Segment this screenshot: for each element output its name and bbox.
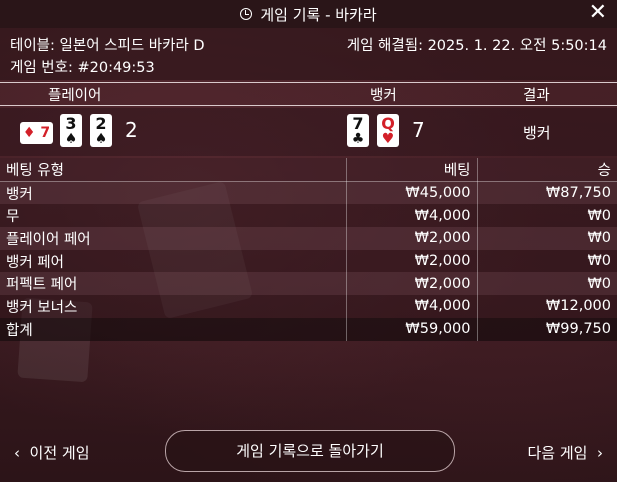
banker-label: 뱅커	[370, 88, 397, 104]
divider	[0, 82, 617, 83]
header-bet-type: 베팅 유형	[0, 158, 347, 182]
player-card-2: 3 ♠	[60, 114, 82, 147]
footer: ‹ 이전 게임 게임 기록으로 돌아가기 다음 게임 ›	[0, 425, 617, 482]
player-label: 플레이어	[48, 88, 102, 104]
bet-type: 뱅커	[0, 181, 347, 205]
table-row: 플레이어 페어 ₩2,000 ₩0	[0, 227, 617, 250]
player-score: 2	[125, 118, 138, 142]
history-clock-icon	[240, 8, 253, 20]
bet-type: 퍼펙트 페어	[0, 272, 347, 296]
bet-type: 뱅커 페어	[0, 249, 347, 273]
bet-amount: ₩4,000	[346, 295, 478, 318]
bet-type: 플레이어 페어	[0, 227, 347, 250]
result-value: 뱅커	[523, 124, 551, 142]
player-card-3: 2 ♠	[90, 114, 112, 147]
win-amount: ₩0	[477, 227, 617, 250]
next-game-button[interactable]: 다음 게임 ›	[527, 442, 603, 463]
total-win: ₩99,750	[477, 317, 617, 341]
banker-score: 7	[412, 118, 425, 142]
player-card-1: ♦ 7	[20, 122, 53, 144]
back-to-history-button[interactable]: 게임 기록으로 돌아가기	[165, 430, 455, 472]
result-label: 결과	[523, 88, 550, 104]
game-info: 테이블: 일본어 스피드 바카라 D 게임 번호: #20:49:53 게임 해…	[0, 28, 617, 80]
divider	[0, 105, 617, 106]
resolved-time: 게임 해결됨: 2025. 1. 22. 오전 5:50:14	[346, 38, 607, 54]
table-row: 뱅커 페어 ₩2,000 ₩0	[0, 249, 617, 273]
game-number: 게임 번호: #20:49:53	[10, 60, 155, 76]
title-bar: 게임 기록 - 바카라 ✕	[0, 0, 617, 28]
bet-amount: ₩2,000	[346, 249, 478, 273]
table-name: 테이블: 일본어 스피드 바카라 D	[10, 38, 205, 54]
bet-amount: ₩2,000	[346, 227, 478, 250]
card-face: ♦ 7	[22, 125, 51, 141]
table-row: 퍼펙트 페어 ₩2,000 ₩0	[0, 272, 617, 296]
win-amount: ₩12,000	[477, 295, 617, 318]
window-title: 게임 기록 - 바카라	[260, 5, 377, 24]
win-amount: ₩87,750	[477, 181, 617, 205]
table-row: 뱅커 ₩45,000 ₩87,750	[0, 181, 617, 205]
win-amount: ₩0	[477, 204, 617, 228]
total-row: 합계 ₩59,000 ₩99,750	[0, 317, 617, 341]
bet-amount: ₩45,000	[346, 181, 478, 205]
bet-amount: ₩4,000	[346, 204, 478, 228]
banker-card-1: 7 ♣	[347, 114, 369, 147]
previous-game-button[interactable]: ‹ 이전 게임	[14, 442, 90, 463]
total-label: 합계	[0, 317, 347, 341]
bet-type: 뱅커 보너스	[0, 295, 347, 318]
close-button[interactable]: ✕	[589, 2, 607, 24]
chevron-right-icon: ›	[597, 444, 603, 462]
win-amount: ₩0	[477, 249, 617, 273]
header-win: 승	[477, 158, 617, 182]
next-game-label: 다음 게임	[527, 444, 588, 462]
bet-amount: ₩2,000	[346, 272, 478, 296]
total-bet: ₩59,000	[346, 317, 478, 341]
header-bet: 베팅	[346, 158, 478, 182]
bets-header-row: 베팅 유형 베팅 승	[0, 158, 617, 182]
win-amount: ₩0	[477, 272, 617, 296]
bet-type: 무	[0, 204, 347, 228]
bets-table: 베팅 유형 베팅 승 뱅커 ₩45,000 ₩87,750 무 ₩4,000 ₩…	[0, 158, 617, 341]
banker-card-2: Q ♥	[377, 114, 399, 147]
chevron-left-icon: ‹	[14, 444, 20, 462]
table-row: 무 ₩4,000 ₩0	[0, 204, 617, 228]
close-icon: ✕	[588, 0, 607, 25]
previous-game-label: 이전 게임	[29, 444, 90, 462]
table-row: 뱅커 보너스 ₩4,000 ₩12,000	[0, 295, 617, 318]
